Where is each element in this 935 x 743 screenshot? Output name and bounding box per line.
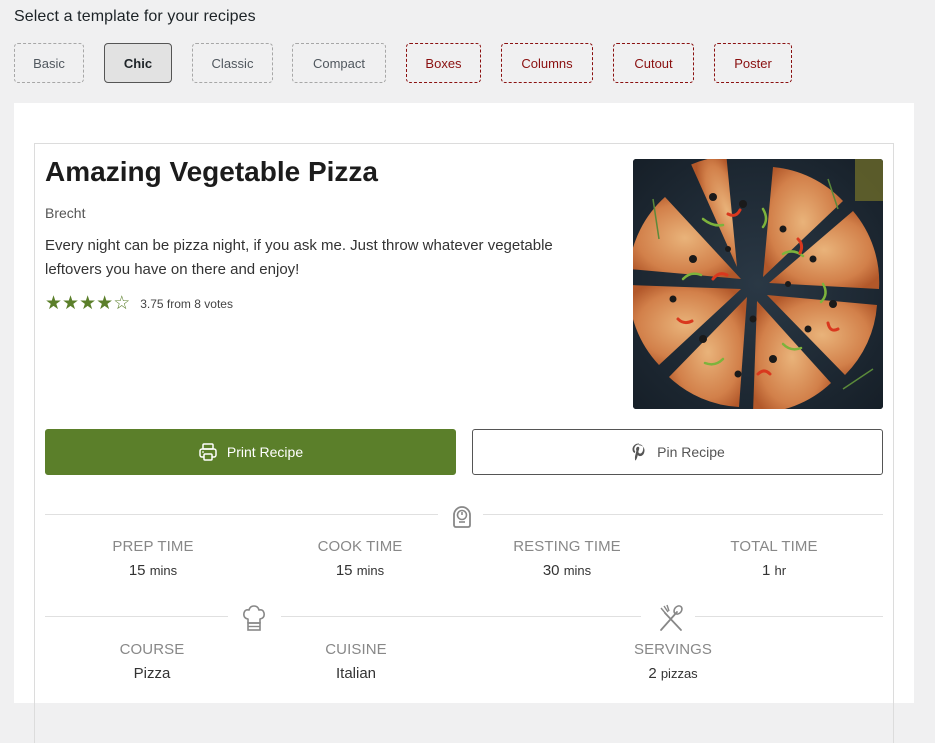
- star-empty-icon[interactable]: ☆: [113, 294, 130, 314]
- prep-time-value: 15: [128, 562, 146, 579]
- recipe-summary: Every night can be pizza night, if you a…: [45, 237, 553, 278]
- chef-hat-icon: [243, 605, 265, 631]
- prep-time: PREP TIME 15 mins: [53, 538, 253, 579]
- pizza-illustration: [633, 159, 883, 409]
- star-full-icon[interactable]: ★: [45, 294, 62, 314]
- cook-time-value: 15: [335, 562, 353, 579]
- servings: SERVINGS 2 pizzas: [573, 641, 773, 682]
- resting-time-label: RESTING TIME: [513, 538, 621, 555]
- star-full-icon[interactable]: ★: [79, 294, 96, 314]
- rating-stars[interactable]: ★ ★ ★ ★ ☆: [45, 294, 130, 314]
- section-divider: [281, 616, 641, 617]
- template-classic-button[interactable]: Classic: [192, 43, 273, 83]
- cuisine: CUISINE Italian: [256, 641, 456, 682]
- template-selector-heading: Select a template for your recipes: [14, 8, 256, 25]
- prep-time-label: PREP TIME: [112, 538, 194, 555]
- section-divider: [45, 616, 228, 617]
- section-divider: [695, 616, 883, 617]
- pin-recipe-button[interactable]: Pin Recipe: [472, 429, 883, 475]
- timer-icon: [453, 506, 471, 528]
- template-basic-button[interactable]: Basic: [14, 43, 84, 83]
- section-divider: [483, 514, 883, 515]
- template-poster-button[interactable]: Poster: [714, 43, 792, 83]
- cuisine-value: Italian: [335, 665, 377, 682]
- recipe-rating: ★ ★ ★ ★ ☆ 3.75 from 8 votes: [45, 294, 233, 314]
- printer-icon: [199, 443, 217, 461]
- template-compact-button[interactable]: Compact: [292, 43, 386, 83]
- print-recipe-button[interactable]: Print Recipe: [45, 429, 456, 475]
- course-label: COURSE: [119, 641, 185, 658]
- rating-summary: 3.75 from 8 votes: [140, 297, 233, 311]
- servings-value[interactable]: 2: [648, 665, 656, 682]
- cook-time-label: COOK TIME: [317, 538, 403, 555]
- resting-time-unit: mins: [563, 563, 592, 578]
- template-preview-panel: Amazing Vegetable Pizza Brecht Every nig…: [14, 103, 914, 743]
- pinterest-icon: [632, 443, 645, 461]
- course-value: Pizza: [133, 665, 171, 682]
- servings-label: SERVINGS: [633, 641, 713, 658]
- total-time: TOTAL TIME 1 hr: [674, 538, 874, 579]
- star-full-icon[interactable]: ★: [62, 294, 79, 314]
- print-recipe-label: Print Recipe: [226, 444, 304, 460]
- prep-time-unit: mins: [149, 563, 178, 578]
- template-columns-button[interactable]: Columns: [501, 43, 593, 83]
- template-chic-button[interactable]: Chic: [104, 43, 172, 83]
- cook-time: COOK TIME 15 mins: [260, 538, 460, 579]
- course: COURSE Pizza: [52, 641, 252, 682]
- recipe-image: [633, 159, 883, 409]
- total-time-unit: hr: [774, 563, 787, 578]
- template-boxes-button[interactable]: Boxes: [406, 43, 481, 83]
- recipe-card: Amazing Vegetable Pizza Brecht Every nig…: [34, 143, 894, 743]
- resting-time: RESTING TIME 30 mins: [467, 538, 667, 579]
- recipe-author: Brecht: [45, 205, 86, 221]
- recipe-title: Amazing Vegetable Pizza: [45, 156, 378, 187]
- pin-recipe-label: Pin Recipe: [657, 444, 725, 460]
- total-time-value: 1: [761, 562, 771, 579]
- resting-time-value: 30: [542, 562, 560, 579]
- utensils-icon: [660, 604, 683, 631]
- servings-unit: pizzas: [660, 666, 698, 681]
- cook-time-unit: mins: [356, 563, 385, 578]
- star-full-icon[interactable]: ★: [96, 294, 113, 314]
- template-cutout-button[interactable]: Cutout: [613, 43, 694, 83]
- section-divider: [45, 514, 438, 515]
- total-time-label: TOTAL TIME: [730, 538, 818, 555]
- cuisine-label: CUISINE: [325, 641, 387, 658]
